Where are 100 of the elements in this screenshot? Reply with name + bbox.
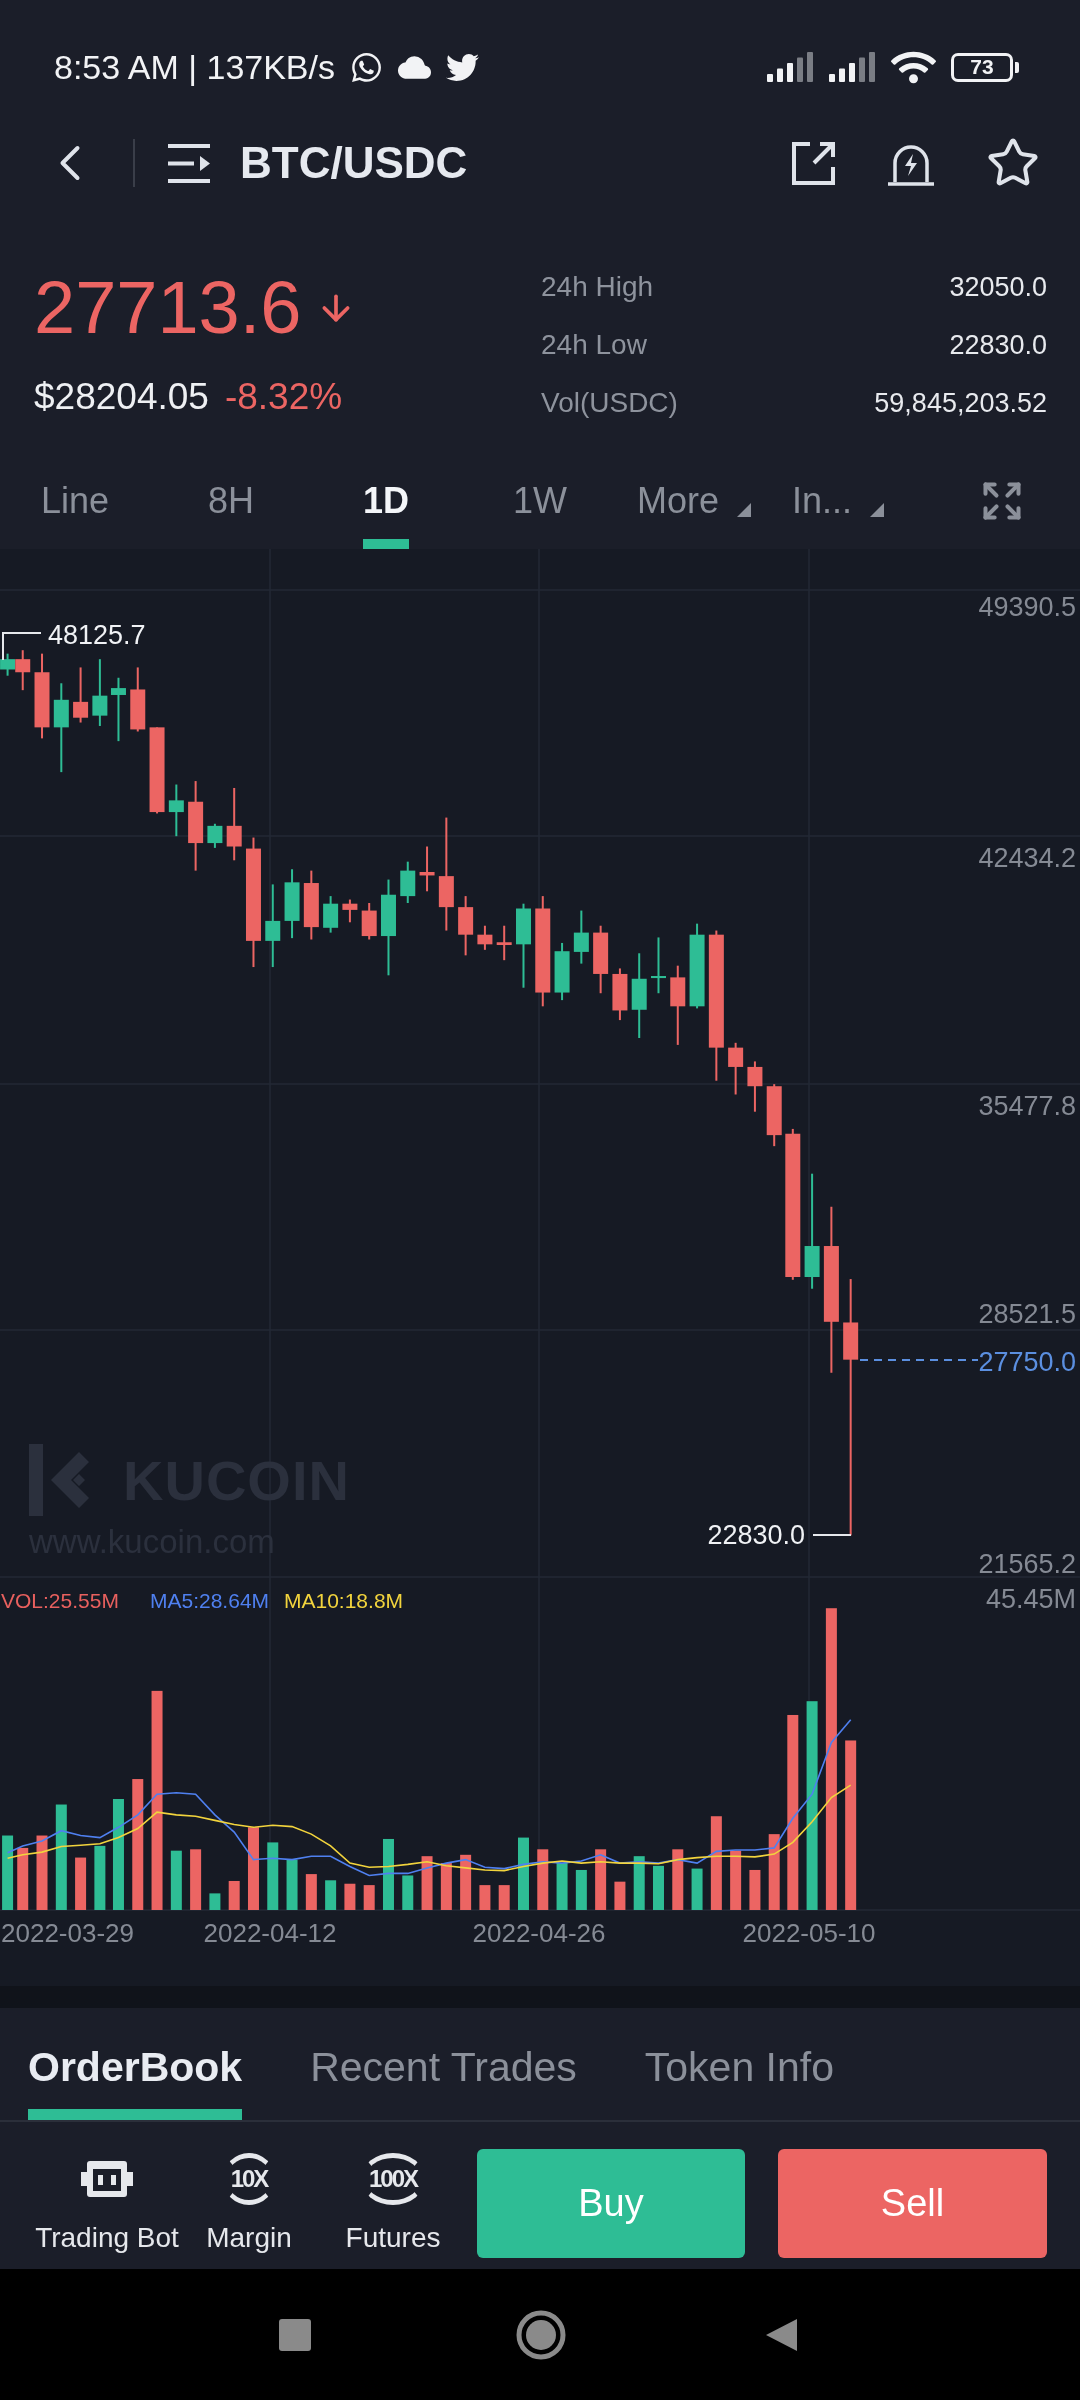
volume-bar — [421, 1856, 433, 1910]
section-tab[interactable]: Token Info — [644, 2043, 834, 2120]
section-tab[interactable]: Recent Trades — [310, 2043, 577, 2120]
volume-bar — [383, 1838, 394, 1910]
volume-bar — [614, 1881, 626, 1910]
interval-tab[interactable]: Line — [41, 480, 110, 549]
interval-tab[interactable]: 1D — [363, 480, 410, 549]
signal-icon — [767, 52, 814, 82]
candlestick — [342, 899, 358, 923]
leverage-badge: 100X — [360, 2153, 426, 2205]
last-price: 27713.6 — [34, 270, 302, 346]
tool-button[interactable]: 10X Margin — [188, 2149, 310, 2258]
status-time-speed: 8:53 AM | 137KB/s — [54, 47, 335, 87]
interval-tab[interactable]: In... — [792, 480, 885, 549]
share-icon[interactable] — [791, 140, 836, 186]
volume-bar — [190, 1849, 202, 1910]
interval-tab[interactable]: 8H — [208, 480, 255, 549]
candlestick — [651, 937, 666, 994]
volume-bar — [344, 1883, 356, 1910]
volume-legend-label: VOL:25.55M — [1, 1588, 119, 1612]
candlestick — [747, 1061, 763, 1112]
stat-value: 59,845,203.52 — [874, 387, 1047, 419]
volume-bar — [633, 1856, 645, 1910]
volume-bar — [595, 1849, 607, 1910]
price-axis-label: 28521.5 — [978, 1299, 1076, 1329]
candlestick — [458, 896, 474, 956]
pair-title: BTC/USDC — [240, 138, 468, 188]
candlestick — [612, 968, 628, 1021]
caret-icon — [737, 503, 752, 517]
tool-button[interactable]: 100X Futures — [310, 2149, 476, 2258]
volume-bar — [305, 1874, 317, 1910]
volume-bar — [749, 1869, 761, 1910]
expand-icon[interactable] — [980, 479, 1024, 523]
volume-bar — [363, 1885, 375, 1910]
volume-bar — [94, 1845, 106, 1910]
logo-icon — [29, 1444, 89, 1516]
candlestick — [728, 1042, 744, 1095]
candlestick — [766, 1084, 782, 1147]
date-axis-label: 2022-04-12 — [203, 1918, 337, 1948]
leverage-badge: 10X — [222, 2153, 276, 2205]
volume-bar — [691, 1868, 703, 1910]
stat-label: 24h High — [541, 271, 654, 303]
volume-bar — [209, 1893, 221, 1910]
leader-line — [2, 632, 42, 661]
recents-icon[interactable] — [279, 2318, 311, 2351]
leader-line — [812, 1534, 852, 1536]
last-price-tag: 27750.0 — [978, 1347, 1076, 1377]
stat-value: 32050.0 — [949, 271, 1047, 303]
price-axis-label: 42434.2 — [978, 843, 1076, 873]
candlestick — [573, 910, 589, 964]
candlestick — [400, 861, 416, 903]
menu-list-icon[interactable] — [166, 141, 212, 185]
candlestick — [284, 869, 300, 939]
tool-button[interactable]: Trading Bot — [26, 2149, 188, 2258]
volume-bar — [402, 1875, 414, 1910]
candlestick — [303, 870, 319, 940]
volume-bar — [170, 1850, 182, 1910]
candlestick — [130, 667, 146, 732]
volume-bar — [286, 1859, 298, 1910]
interval-tab[interactable]: 1W — [513, 480, 567, 549]
home-icon[interactable] — [516, 2309, 566, 2360]
stat-label: 24h Low — [541, 329, 647, 361]
caret-icon — [870, 503, 885, 517]
volume-bar — [672, 1849, 684, 1910]
section-tab[interactable]: OrderBook — [28, 2043, 243, 2120]
high-price-label: 48125.7 — [48, 620, 146, 650]
sell-button[interactable]: Sell — [778, 2149, 1047, 2258]
candlestick — [361, 903, 377, 940]
volume-legend-label: MA10:18.8M — [284, 1588, 404, 1612]
robot-icon — [81, 2159, 133, 2199]
candlestick — [110, 677, 126, 742]
candlestick — [477, 925, 493, 950]
candlestick — [323, 896, 339, 933]
candlestick — [496, 925, 512, 961]
volume-legend-label: MA5:28.64M — [150, 1588, 270, 1612]
volume-bar — [556, 1863, 568, 1910]
volume-bar — [537, 1849, 549, 1910]
volume-bar — [479, 1885, 491, 1910]
candlestick — [168, 784, 184, 837]
volume-bar — [325, 1880, 337, 1910]
volume-bar — [575, 1869, 587, 1910]
date-axis-label: 2022-03-29 — [1, 1918, 134, 1948]
interval-tab[interactable]: More — [637, 480, 752, 549]
volume-bar — [653, 1865, 664, 1910]
stat-label: Vol(USDC) — [541, 387, 678, 419]
back-nav-icon[interactable] — [765, 2317, 797, 2352]
volume-bar — [460, 1854, 472, 1910]
candlestick — [73, 667, 89, 723]
stat-value: 22830.0 — [949, 329, 1047, 361]
battery-indicator: 73 — [951, 52, 1019, 82]
price-axis-label: 35477.8 — [978, 1091, 1076, 1121]
volume-bar — [17, 1847, 29, 1910]
candlestick — [207, 823, 223, 848]
low-price-label: 22830.0 — [707, 1520, 805, 1550]
volume-axis-label: 45.45M — [985, 1584, 1076, 1614]
volume-bar — [228, 1881, 240, 1910]
volume-bar — [440, 1863, 452, 1910]
price-axis-label: 49390.5 — [978, 592, 1076, 622]
volume-bar — [498, 1885, 510, 1910]
volume-bar — [730, 1850, 742, 1910]
